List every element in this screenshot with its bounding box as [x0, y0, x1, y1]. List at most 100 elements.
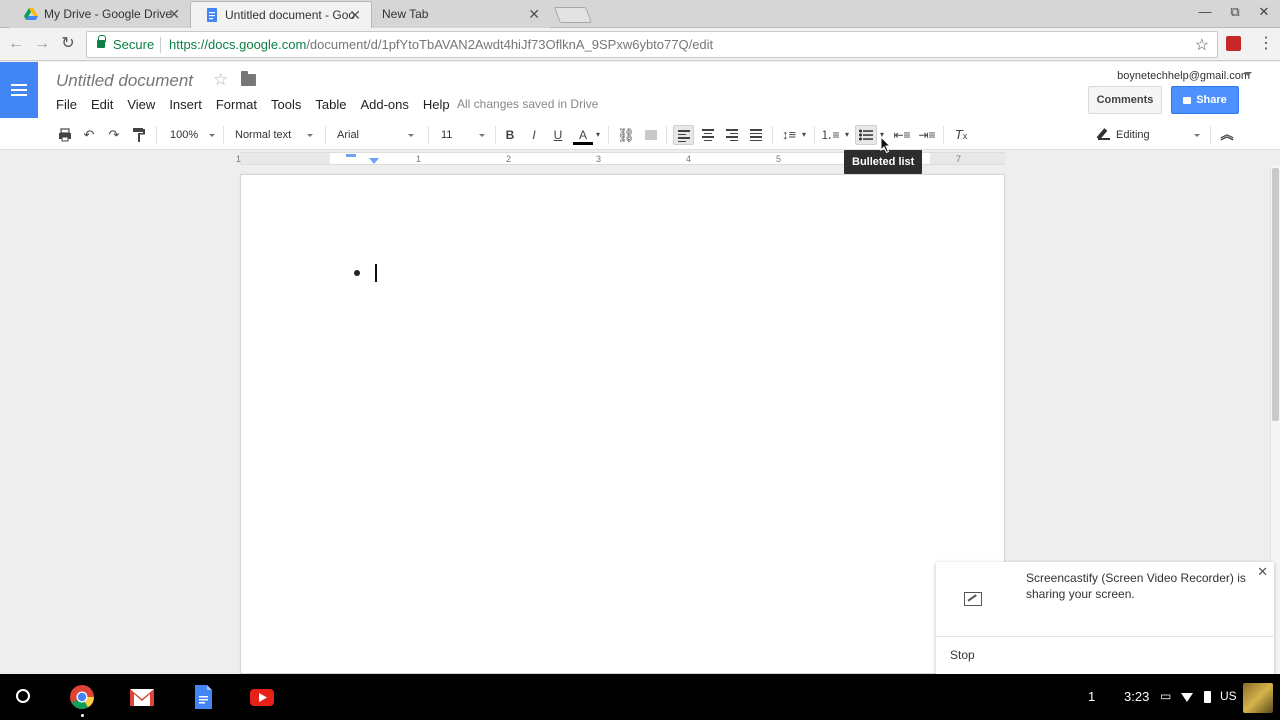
minimize-icon[interactable]: —: [1195, 4, 1215, 19]
gmail-app-icon[interactable]: [129, 684, 155, 710]
notification-count[interactable]: 1: [1088, 689, 1095, 704]
document-title[interactable]: Untitled document: [56, 71, 193, 91]
docs-header: Untitled document ☆ File Edit View Inser…: [0, 62, 1280, 120]
divider: [1210, 126, 1211, 144]
save-status[interactable]: All changes saved in Drive: [457, 97, 598, 111]
font-size-select[interactable]: 11: [441, 125, 485, 145]
print-icon[interactable]: [56, 125, 74, 145]
left-indent-handle[interactable]: [369, 158, 379, 164]
collapse-menus-icon[interactable]: ︽: [1217, 125, 1237, 145]
menu-insert[interactable]: Insert: [169, 97, 202, 112]
keyboard-locale[interactable]: US: [1220, 689, 1237, 703]
underline-icon[interactable]: U: [550, 125, 566, 145]
url-scheme: https://: [169, 37, 209, 52]
align-left-icon[interactable]: [673, 125, 694, 145]
ruler-number: 5: [776, 154, 782, 164]
align-center-icon[interactable]: [698, 125, 718, 145]
bulleted-list-icon[interactable]: [855, 125, 877, 145]
menu-add-ons[interactable]: Add-ons: [360, 97, 408, 112]
insert-comment-icon[interactable]: [642, 125, 660, 145]
maximize-icon[interactable]: ⧉: [1225, 4, 1245, 20]
scrollbar-thumb[interactable]: [1272, 168, 1279, 421]
bold-icon[interactable]: B: [502, 125, 518, 145]
youtube-app-icon[interactable]: [249, 684, 275, 710]
user-avatar[interactable]: [1243, 683, 1273, 713]
divider: [943, 126, 944, 144]
back-arrow-icon[interactable]: ←: [6, 34, 26, 54]
margin-shade: [240, 153, 330, 164]
ruler-number: 7: [956, 154, 962, 164]
address-bar[interactable]: Secure https://docs.google.com/document/…: [86, 31, 1218, 58]
chevron-down-icon: [1194, 134, 1200, 137]
account-caret-icon[interactable]: [1244, 72, 1252, 76]
menu-file[interactable]: File: [56, 97, 77, 112]
menu-table[interactable]: Table: [315, 97, 346, 112]
redo-icon[interactable]: ↷: [105, 125, 123, 145]
google-docs-app-icon[interactable]: [190, 684, 216, 710]
menu-edit[interactable]: Edit: [91, 97, 113, 112]
extension-icon[interactable]: [1226, 36, 1241, 51]
close-icon[interactable]: ✕: [168, 1, 180, 27]
numbered-list-icon[interactable]: ⒈≡: [820, 125, 840, 145]
comments-button[interactable]: Comments: [1088, 86, 1162, 114]
line-spacing-icon[interactable]: ↕≡: [779, 125, 799, 145]
text-color-icon[interactable]: A: [573, 125, 593, 145]
battery-icon[interactable]: [1204, 691, 1211, 703]
new-tab-button[interactable]: [554, 7, 592, 23]
bookmark-star-icon[interactable]: ☆: [1195, 35, 1209, 55]
paint-format-icon[interactable]: [130, 125, 148, 145]
share-button[interactable]: Share: [1171, 86, 1239, 114]
chevron-down-icon[interactable]: ▾: [843, 125, 851, 145]
chevron-down-icon[interactable]: ▾: [594, 125, 602, 145]
formatting-toolbar: ↶ ↷ 100% Normal text Arial 11 B I U A ▾ …: [0, 120, 1280, 150]
decrease-indent-icon[interactable]: ⇤≡: [892, 125, 912, 145]
reload-icon[interactable]: ↻: [58, 34, 78, 54]
insert-link-icon[interactable]: ⛓: [616, 125, 636, 145]
menu-help[interactable]: Help: [423, 97, 450, 112]
justify-icon[interactable]: [746, 125, 766, 145]
cast-icon[interactable]: ▭: [1160, 689, 1171, 703]
editing-mode-select[interactable]: Editing: [1094, 125, 1204, 145]
style-select[interactable]: Normal text: [235, 125, 313, 145]
account-email[interactable]: boynetechhelp@gmail.com: [1117, 70, 1250, 82]
launcher-icon[interactable]: [16, 689, 30, 703]
clear-formatting-icon[interactable]: Tx: [951, 125, 971, 145]
chrome-app-icon[interactable]: [69, 684, 95, 710]
close-icon[interactable]: ✕: [349, 2, 361, 28]
italic-icon[interactable]: I: [526, 125, 542, 145]
menu-tools[interactable]: Tools: [271, 97, 301, 112]
tab-google-drive[interactable]: My Drive - Google Drive ✕: [10, 1, 190, 28]
tab-untitled-document[interactable]: Untitled document - Goo ✕: [190, 1, 372, 28]
browser-toolbar: ← → ↻ Secure https://docs.google.com/doc…: [0, 28, 1280, 61]
star-icon[interactable]: ☆: [213, 70, 228, 90]
forward-arrow-icon[interactable]: →: [32, 34, 52, 54]
lock-icon: [97, 35, 106, 48]
chrome-menu-icon[interactable]: ⋮: [1258, 33, 1274, 53]
folder-icon[interactable]: [241, 71, 256, 86]
clock[interactable]: 3:23: [1124, 689, 1149, 704]
tab-new-tab[interactable]: New Tab ✕: [372, 1, 550, 28]
increase-indent-icon[interactable]: ⇥≡: [917, 125, 937, 145]
os-shelf: 1 3:23 ▭ US: [0, 674, 1280, 720]
menu-format[interactable]: Format: [216, 97, 257, 112]
divider: [495, 126, 496, 144]
margin-shade: [930, 153, 1005, 164]
chevron-down-icon[interactable]: ▾: [800, 125, 808, 145]
wifi-icon[interactable]: [1181, 693, 1193, 702]
ruler-number: 2: [506, 154, 512, 164]
close-icon[interactable]: ✕: [528, 1, 540, 27]
stop-sharing-button[interactable]: Stop: [950, 648, 975, 662]
docs-home-icon[interactable]: [0, 62, 38, 118]
window-close-icon[interactable]: ✕: [1254, 4, 1274, 20]
url-text[interactable]: https://docs.google.com/document/d/1pfYt…: [169, 37, 713, 52]
zoom-select[interactable]: 100%: [170, 125, 215, 145]
document-page[interactable]: [240, 174, 1005, 674]
font-select[interactable]: Arial: [337, 125, 414, 145]
pencil-icon: [1098, 128, 1110, 140]
close-icon[interactable]: ✕: [1257, 564, 1268, 580]
undo-icon[interactable]: ↶: [80, 125, 98, 145]
first-line-indent-handle[interactable]: [346, 154, 356, 157]
menu-view[interactable]: View: [127, 97, 155, 112]
align-right-icon[interactable]: [722, 125, 742, 145]
ruler[interactable]: 1 1 2 3 4 5 6 7: [0, 151, 1280, 166]
